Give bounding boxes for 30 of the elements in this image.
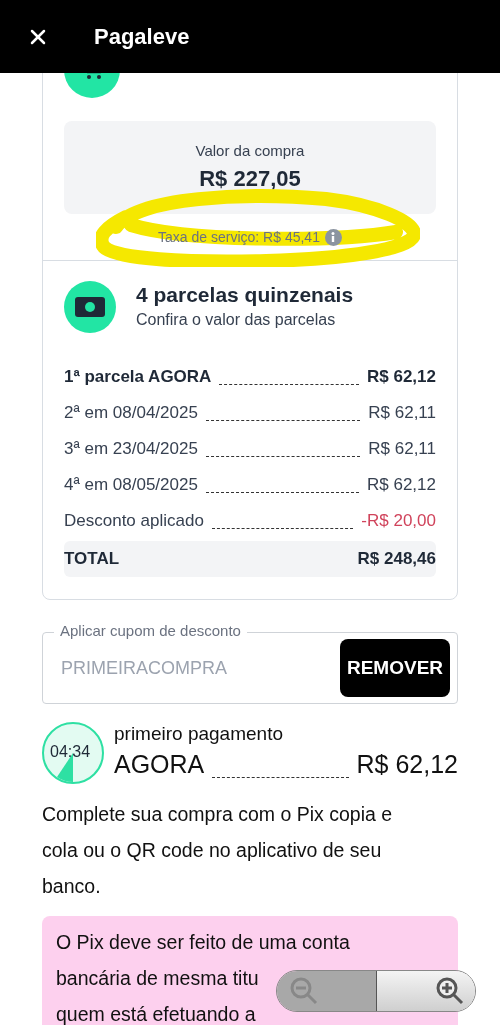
purchase-amount: R$ 227,05 <box>199 165 301 194</box>
instructions-text: Complete sua compra com o Pix copia e cola ou o QR code no aplicativo de seu banco. <box>42 802 394 899</box>
payment-label: primeiro pagamento <box>114 722 284 747</box>
installment-label: 2ª em 08/04/2025 <box>64 401 198 424</box>
coupon-value: PRIMEIRACOMPRA <box>61 656 229 680</box>
installment-amount: -R$ 20,00 <box>361 509 436 532</box>
installments-subtitle: Confira o valor das parcelas <box>136 310 337 331</box>
zoom-control[interactable] <box>276 970 476 1012</box>
installment-amount: R$ 62,12 <box>367 473 436 496</box>
installment-amount: R$ 62,11 <box>368 401 436 424</box>
warning-text: O Pix deve ser feito de uma conta <box>56 930 350 955</box>
remove-button[interactable]: REMOVER <box>340 639 450 697</box>
installment-label: 3ª em 23/04/2025 <box>64 437 198 460</box>
payment-when: AGORA <box>114 749 205 781</box>
warning-text: bancária de mesma titu <box>56 966 259 991</box>
cash-icon <box>64 281 116 333</box>
countdown-time: 04:34 <box>50 742 91 762</box>
installment-amount: R$ 62,12 <box>367 365 436 388</box>
total-label: TOTAL <box>64 548 120 571</box>
app-title: Pagaleve <box>94 23 190 51</box>
installment-label: 4ª em 08/05/2025 <box>64 473 198 496</box>
installments-title: 4 parcelas quinzenais <box>136 281 354 308</box>
warning-text: quem está efetuando a <box>56 1002 256 1025</box>
installment-amount: R$ 62,11 <box>368 437 436 460</box>
installment-label: 1ª parcela AGORA <box>64 365 212 388</box>
zoom-in-icon[interactable] <box>377 971 475 1011</box>
installment-label: Desconto aplicado <box>64 509 204 532</box>
payment-amount: R$ 62,12 <box>356 749 458 781</box>
purchase-label: Valor da compra <box>195 140 305 161</box>
total-amount: R$ 248,46 <box>357 548 436 571</box>
